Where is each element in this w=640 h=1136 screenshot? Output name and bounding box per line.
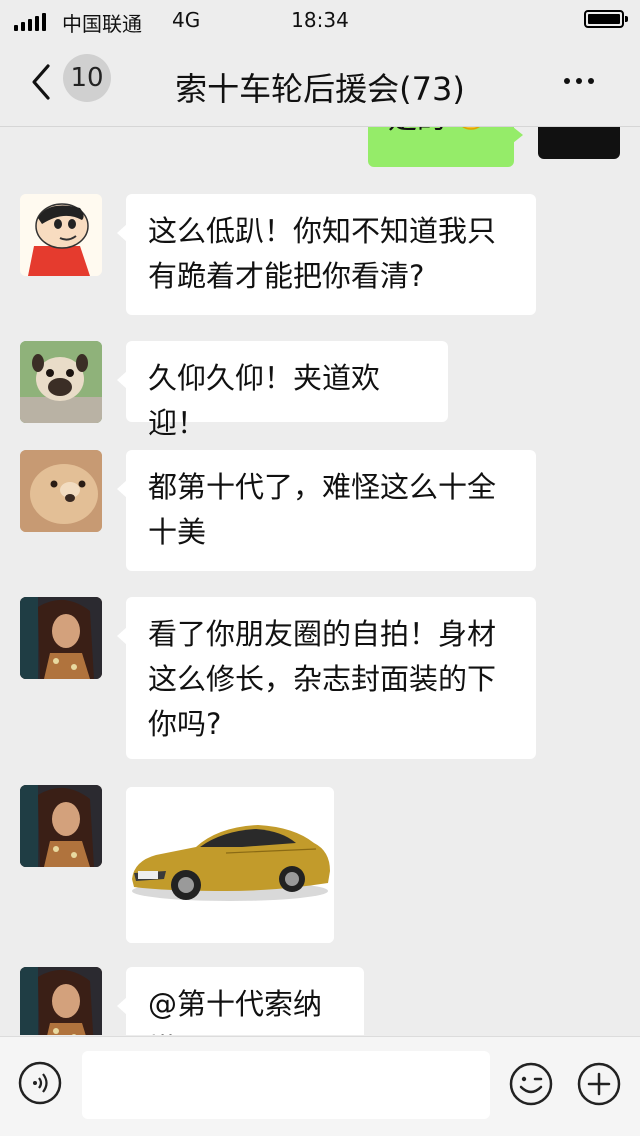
sent-message-bubble[interactable]: 是的: [368, 127, 523, 167]
image-message[interactable]: [126, 787, 334, 943]
status-bar: 中国联通 4G 18:34: [0, 0, 640, 40]
received-message-bubble[interactable]: 都第十代了，难怪这么十全十美: [117, 450, 536, 571]
puppy-avatar-icon: [20, 450, 102, 532]
message-text: 这么低趴！你知不知道我只有跪着才能把你看清?: [148, 214, 497, 293]
pug-dog-avatar-icon: [20, 341, 102, 423]
avatar-cartoon[interactable]: [20, 194, 102, 276]
clock: 18:34: [291, 8, 349, 32]
emoji-icon[interactable]: [508, 1061, 554, 1107]
message-text: @第十代索纳塔: [148, 987, 323, 1035]
woman-portrait-avatar-icon: [20, 785, 102, 867]
avatar-woman[interactable]: [20, 785, 102, 867]
woman-portrait-avatar-icon: [20, 597, 102, 679]
battery-icon: [584, 10, 628, 28]
sent-message-text: 是的: [388, 127, 446, 137]
avatar-woman[interactable]: [20, 967, 102, 1035]
message-list[interactable]: 是的 这么低趴！你知不知道我只有跪着才能把你看清?: [0, 127, 640, 1035]
add-more-icon[interactable]: [576, 1061, 622, 1107]
avatar-pug[interactable]: [20, 341, 102, 423]
more-options-icon[interactable]: [564, 78, 594, 84]
cartoon-boy-avatar-icon: [20, 194, 102, 276]
avatar-woman[interactable]: [20, 597, 102, 679]
nav-bar: 10 索十车轮后援会(73): [0, 40, 640, 127]
smile-emoji-icon: [462, 127, 480, 130]
message-text: 看了你朋友圈的自拍！身材这么修长，杂志封面装的下你吗?: [148, 617, 497, 741]
message-text: 都第十代了，难怪这么十全十美: [148, 470, 497, 549]
woman-portrait-avatar-icon: [20, 967, 102, 1035]
avatar-puppy[interactable]: [20, 450, 102, 532]
sender-avatar[interactable]: [538, 127, 620, 159]
voice-input-icon[interactable]: [18, 1061, 62, 1105]
message-input[interactable]: [82, 1051, 490, 1119]
received-message-bubble[interactable]: 久仰久仰！夹道欢迎！: [117, 341, 448, 440]
received-message-bubble[interactable]: 这么低趴！你知不知道我只有跪着才能把你看清?: [117, 194, 536, 315]
chat-title: 索十车轮后援会(73): [175, 70, 465, 108]
gold-sedan-photo: [126, 787, 334, 943]
received-message-bubble[interactable]: 看了你朋友圈的自拍！身材这么修长，杂志封面装的下你吗?: [117, 597, 536, 759]
message-text: 久仰久仰！夹道欢迎！: [148, 361, 381, 440]
received-message-bubble[interactable]: @第十代索纳塔: [117, 967, 364, 1035]
input-bar: [0, 1036, 640, 1136]
